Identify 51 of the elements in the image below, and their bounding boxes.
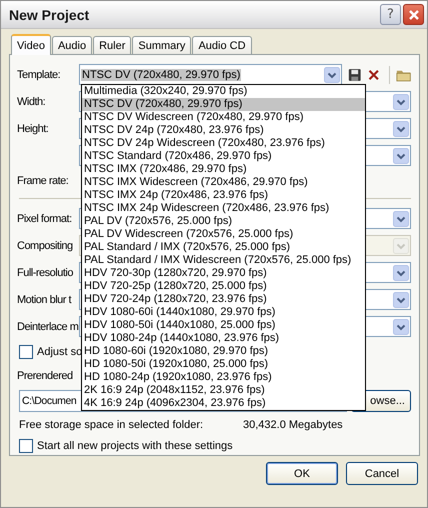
field-label: Pixel format: bbox=[17, 212, 73, 225]
list-item[interactable]: NTSC IMX (720x486, 29.970 fps) bbox=[82, 163, 365, 176]
help-button[interactable]: ? bbox=[380, 4, 401, 25]
checkbox-label: Start all new projects with these settings bbox=[37, 440, 233, 452]
close-button[interactable] bbox=[403, 4, 424, 25]
info-value: 30,432.0 Megabytes bbox=[243, 418, 343, 431]
list-item[interactable]: NTSC DV Widescreen (720x480, 29.970 fps) bbox=[82, 111, 365, 124]
info-label: Free storage space in selected folder: bbox=[19, 418, 204, 431]
list-item[interactable]: Multimedia (320x240, 29.970 fps) bbox=[82, 85, 365, 98]
field-label: Width: bbox=[17, 96, 46, 108]
list-item[interactable]: PAL Standard / IMX (720x576, 25.000 fps) bbox=[82, 241, 365, 254]
tab[interactable]: Summary bbox=[132, 36, 192, 54]
list-item[interactable]: NTSC DV (720x480, 29.970 fps) bbox=[82, 98, 365, 111]
list-item[interactable]: NTSC DV 24p Widescreen (720x480, 23.976 fps) bbox=[82, 137, 365, 150]
list-item[interactable]: HD 1080-60i (1920x1080, 29.970 fps) bbox=[82, 345, 365, 358]
field-label: Full-resolutio bbox=[17, 266, 74, 279]
template-dropdown[interactable]: NTSC DV (720x480, 29.970 fps) bbox=[79, 64, 342, 85]
checkbox[interactable] bbox=[19, 345, 33, 360]
field-label: Frame rate: bbox=[17, 174, 70, 187]
list-item[interactable]: NTSC IMX 24p (720x486, 23.976 fps) bbox=[82, 189, 365, 202]
ok-button[interactable]: OK bbox=[266, 462, 338, 485]
tab[interactable]: Ruler bbox=[93, 36, 132, 54]
cancel-button[interactable]: Cancel bbox=[346, 462, 418, 485]
save-icon[interactable] bbox=[348, 66, 362, 82]
list-item[interactable]: NTSC Standard (720x486, 29.970 fps) bbox=[82, 150, 365, 163]
list-item[interactable]: HDV 1080-24p (1440x1080, 23.976 fps) bbox=[82, 332, 365, 345]
list-item[interactable]: HDV 720-25p (1280x720, 25.000 fps) bbox=[82, 280, 365, 293]
field-label: Height: bbox=[17, 122, 50, 134]
field-label: Compositing bbox=[17, 240, 74, 252]
list-item[interactable]: PAL Standard / IMX Widescreen (720x576, 25.000 fps) bbox=[82, 254, 365, 267]
list-item[interactable]: HDV 1080-60i (1440x1080, 29.970 fps) bbox=[82, 306, 365, 319]
close-icon[interactable] bbox=[408, 8, 420, 20]
list-item[interactable]: NTSC IMX 24p Widescreen (720x486, 23.976 fps) bbox=[82, 202, 365, 215]
list-item[interactable]: NTSC DV 24p (720x480, 23.976 fps) bbox=[82, 124, 365, 137]
list-item[interactable]: PAL DV (720x576, 25.000 fps) bbox=[82, 215, 365, 228]
list-item[interactable]: HDV 1080-50i (1440x1080, 25.000 fps) bbox=[82, 319, 365, 332]
list-item[interactable]: NTSC IMX Widescreen (720x486, 29.970 fps) bbox=[82, 176, 365, 189]
field-label: Prerendered bbox=[17, 370, 74, 382]
list-item[interactable]: HDV 720-24p (1280x720, 23.976 fps) bbox=[82, 293, 365, 306]
tab[interactable]: Video bbox=[11, 34, 51, 55]
field-label: Motion blur t bbox=[17, 294, 72, 306]
list-item[interactable]: HD 1080-24p (1920x1080, 23.976 fps) bbox=[82, 371, 365, 384]
field-label: Template: bbox=[17, 68, 62, 80]
window-title: New Project bbox=[9, 6, 90, 22]
tab[interactable]: Audio CD bbox=[192, 36, 252, 54]
list-item[interactable]: PAL DV Widescreen (720x576, 25.000 fps) bbox=[82, 228, 365, 241]
list-item[interactable]: HDV 720-30p (1280x720, 29.970 fps) bbox=[82, 267, 365, 280]
checkbox[interactable] bbox=[19, 439, 33, 454]
field-label: Deinterlace m bbox=[17, 320, 79, 333]
list-item[interactable]: HD 1080-50i (1920x1080, 25.000 fps) bbox=[82, 358, 365, 371]
tab[interactable]: Audio bbox=[52, 36, 92, 54]
